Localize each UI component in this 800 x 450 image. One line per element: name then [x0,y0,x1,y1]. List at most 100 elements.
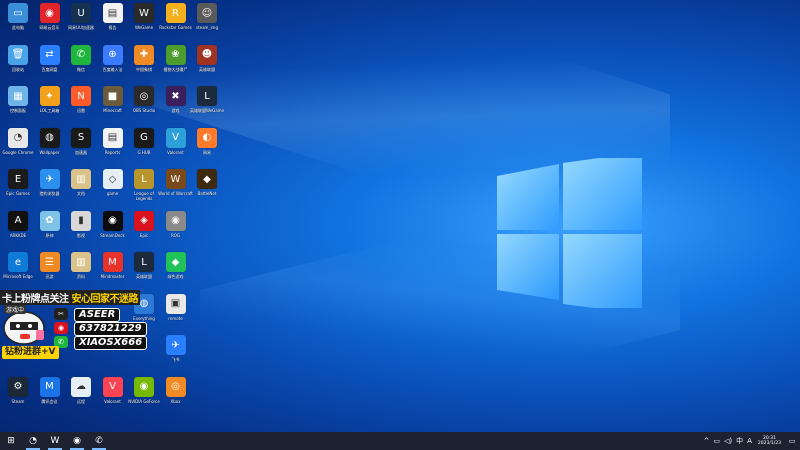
desktop-icon[interactable]: ◎ OBS Studio [129,86,159,130]
desktop-icon[interactable]: N 迅雷 [66,86,96,130]
app-icon: L [134,169,154,189]
desktop-icon[interactable]: M 腾讯会议 [35,376,65,421]
app-icon: ☻ [197,44,217,65]
desktop-icon[interactable]: V Valorant [98,376,128,421]
app-icon: A [8,210,28,231]
desktop-icon-label: steam_img [195,25,218,30]
desktop-icon[interactable]: ✈ 飞书 [161,335,191,379]
desktop-icon[interactable]: ◉ ROG [161,210,191,255]
desktop-icon[interactable]: ◈ Epic [129,210,159,255]
desktop-icon-label: 英雄联盟WeGame [189,108,225,113]
app-icon: ▣ [165,293,186,314]
tray-input-mode-icon[interactable]: A [747,437,752,445]
desktop-icon[interactable]: ⊕ 百度输入法 [98,44,128,89]
desktop-icon[interactable]: ▤ 报告 [98,3,128,47]
desktop-icon[interactable]: L 英雄联盟WeGame [189,86,225,130]
app-icon: ☁ [71,376,91,397]
desktop-icon[interactable]: ⇄ 百度网盘 [35,44,65,89]
desktop-icon[interactable]: ◆ 绿色游戏 [161,252,191,296]
desktop-icon-label: 绿色游戏 [167,274,184,279]
desktop-icon[interactable]: ✈ 猎豹浏览器 [35,169,65,213]
tray-ime-icon[interactable]: 中 [736,436,743,446]
notification-icon[interactable]: ▭ [787,436,797,446]
desktop-icon-label: remote [168,315,183,321]
app-icon: ✈ [165,335,186,355]
stream-overlay: 卡上粉牌点关注 安心回家不迷路 游戏中 ✂ ASEER ◉ 637821229 … [0,288,155,366]
desktop-icon-label: 飞书 [171,357,180,362]
desktop-icon[interactable]: W World of Warcraft [158,169,193,213]
tray-volume-icon[interactable]: ◁) [724,437,732,445]
taskbar-wechat-button[interactable]: ✆ [88,432,110,450]
app-icon: ▥ [71,169,91,189]
overlay-account: ASEER [74,308,121,322]
app-icon: W [165,169,186,189]
desktop-icon[interactable]: ▥ 文档 [66,169,96,213]
app-icon: ▭ [8,3,28,23]
desktop-icon[interactable]: ✚ 中国象棋 [129,44,159,89]
taskbar-browser-button[interactable]: ◉ [66,432,88,450]
desktop-icon[interactable]: ✆ 微信 [66,44,96,89]
desktop-icon[interactable]: ✦ LOL工具箱 [35,86,65,130]
app-icon: ▤ [102,127,123,148]
desktop-icon[interactable]: ▤ Reports [98,127,128,172]
overlay-footer: 钻粉进群+V [2,346,59,359]
desktop-icon[interactable]: ■ Minecraft [98,86,128,130]
desktop-icon[interactable]: GG HUB [129,127,159,172]
desktop-icon[interactable]: ◎ Xbox [161,376,191,421]
desktop-icon[interactable]: R Rockstar Games [159,3,192,47]
desktop-icon[interactable]: ☁ 远程 [66,376,96,421]
desktop-icon[interactable]: ✿ 原神 [35,210,65,255]
desktop-icon[interactable]: U 网易UU加速器 [66,3,96,47]
app-icon: ☰ [39,252,60,272]
tray-chevron-icon[interactable]: ^ [704,437,710,445]
desktop-icon[interactable]: ◉ 网易云音乐 [35,3,65,47]
kuaishou-icon: ✂ [54,308,68,320]
desktop-icon[interactable]: S 加速器 [66,127,96,172]
app-icon: ◈ [134,210,154,231]
wegame-icon: W [50,436,60,446]
desktop-icon[interactable]: ◉ NVIDIA GeForce [128,376,160,421]
app-icon: L [197,86,217,106]
desktop-icon[interactable]: ◔ Google Chrome [2,127,34,172]
desktop-icon[interactable]: A ARKKDE [3,210,33,255]
app-icon: e [8,252,28,272]
browser-icon: ◉ [73,436,81,446]
desktop-icon[interactable]: ◉ StreamDeck [98,210,128,255]
taskbar-chrome-button[interactable]: ◔ [22,432,44,450]
app-icon: M [102,252,123,272]
windows-logo [497,158,642,308]
desktop-icon[interactable]: 🗑 回收站 [3,44,33,89]
desktop-icon[interactable]: ◍ Wallpaper [35,127,65,172]
app-icon: ◐ [197,127,217,148]
app-icon: ◉ [134,376,154,397]
app-icon: ▦ [8,86,28,106]
status-badge: 游戏中 [4,305,27,314]
overlay-qq-group: 637821229 [74,322,147,336]
taskbar-start-button[interactable]: ⊞ [0,432,22,450]
app-icon: ◆ [165,252,186,272]
desktop-icon[interactable]: ❀ 植物大战僵尸 [161,44,191,89]
app-icon: ⚙ [8,376,28,397]
desktop-icon[interactable]: ☺ steam_img [192,3,222,47]
taskbar-clock[interactable]: 20:31 2023/1/23 [758,436,781,446]
desktop-icon[interactable]: L League of Legends [129,169,159,213]
desktop-icon[interactable]: ◇ game [98,169,128,213]
desktop-icon-label: Xbox [170,398,181,404]
app-icon: ❀ [165,44,186,65]
taskbar-wegame-button[interactable]: W [44,432,66,450]
desktop-icon[interactable]: ◆ BattleNet [192,169,222,213]
desktop-icon[interactable]: ▦ 控制面板 [3,86,33,130]
desktop-icon[interactable]: ⚙ Steam [3,376,33,421]
desktop-icon[interactable]: E Epic Games [3,169,33,213]
desktop: ▭ 此电脑 ◉ 网易云音乐 U 网易UU加速器 ▤ 报告 W WeGame R Rockstar Ga… [0,0,800,432]
desktop-icon[interactable]: ☻ 英雄联盟 [192,44,222,89]
desktop-icon[interactable]: ◐ 网易 [192,127,222,172]
tray-network-icon[interactable]: ▭ [713,437,720,445]
desktop-icon[interactable]: ▭ 此电脑 [3,3,33,47]
desktop-icon[interactable]: W WeGame [129,3,159,47]
app-icon: ▤ [102,3,123,23]
desktop-icon[interactable]: ▣ remote [161,293,191,338]
desktop-icon[interactable]: V Valorant [161,127,191,172]
desktop-icon[interactable]: ✖ 游戏 [161,86,191,130]
desktop-icon[interactable]: ▮ 影视 [66,210,96,255]
